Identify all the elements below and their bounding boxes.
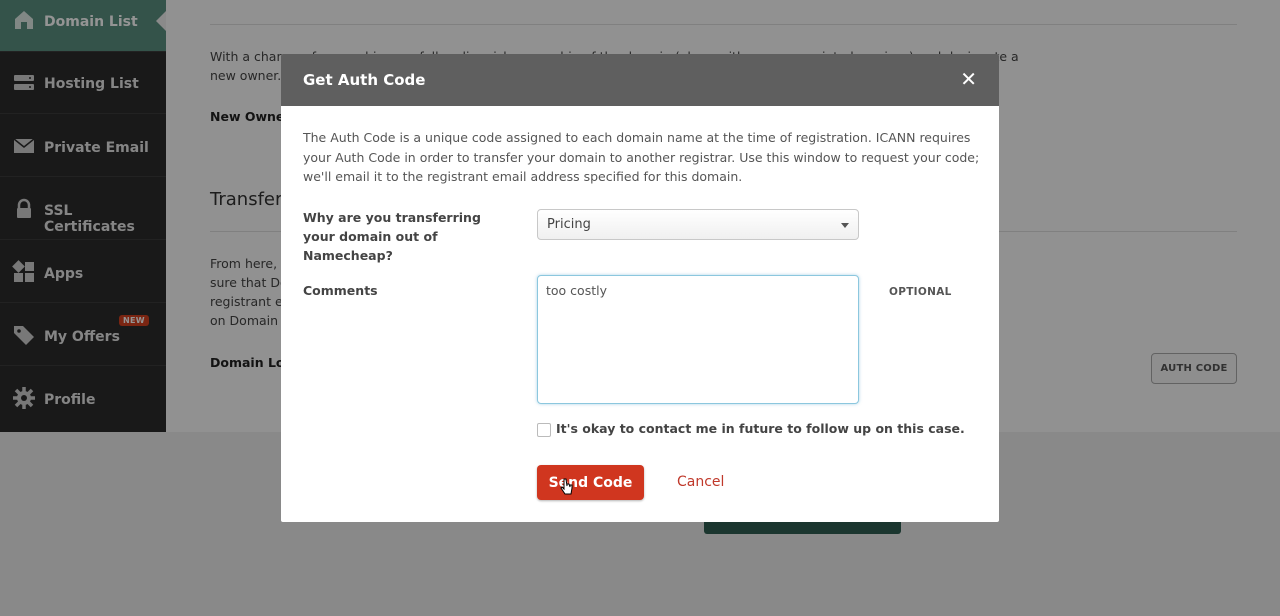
reason-label: Why are you transferring your domain out… [303, 210, 481, 263]
cancel-link[interactable]: Cancel [677, 474, 724, 490]
modal-description: The Auth Code is a unique code assigned … [303, 130, 980, 184]
auth-code-modal: Get Auth Code ✕ The Auth Code is a uniqu… [281, 54, 999, 522]
modal-header: Get Auth Code ✕ [281, 54, 999, 106]
close-icon[interactable]: ✕ [960, 68, 977, 90]
modal-title: Get Auth Code [303, 71, 426, 89]
comments-label: Comments [303, 283, 378, 298]
optional-label: OPTIONAL [889, 286, 952, 298]
chevron-down-icon [841, 223, 849, 228]
send-code-button[interactable]: Send Code [537, 465, 644, 500]
reason-select-value: Pricing [547, 217, 591, 232]
reason-select[interactable]: Pricing [537, 209, 859, 240]
comments-textarea[interactable]: too costly [537, 275, 859, 404]
mouse-cursor-icon [560, 478, 573, 495]
contact-checkbox[interactable] [537, 423, 551, 437]
contact-checkbox-label[interactable]: It's okay to contact me in future to fol… [556, 421, 965, 436]
